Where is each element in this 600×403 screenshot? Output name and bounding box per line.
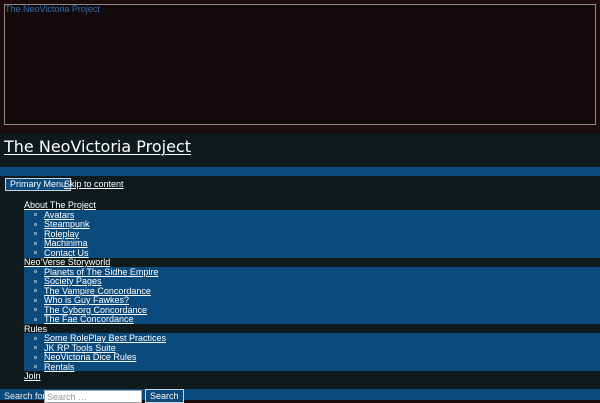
header-image[interactable]: The NeoVictoria Project [4, 4, 596, 125]
bullet-icon [14, 262, 16, 264]
skip-to-content-link[interactable]: Skip to content [64, 179, 124, 190]
search-input[interactable] [44, 390, 142, 403]
bullet-icon [34, 270, 37, 273]
header-image-link[interactable]: The NeoVictoria Project [5, 5, 100, 14]
bullet-icon [34, 337, 37, 340]
submenu-item-rentals[interactable]: Rentals [44, 362, 75, 372]
submenu-about-the-project [24, 210, 600, 258]
bullet-icon [34, 308, 37, 311]
primary-menu-toggle-button[interactable]: Primary Menu [5, 178, 72, 191]
bullet-icon [14, 377, 16, 379]
menu-item-neoverse-storyworld[interactable]: Neo'Verse Storyworld [24, 257, 110, 267]
submenu-item-machinima[interactable]: Machinima [44, 238, 88, 248]
bullet-icon [34, 280, 37, 283]
site-title[interactable]: The NeoVictoria Project [4, 137, 191, 156]
submenu-item-neovictoria-dice-rules[interactable]: NeoVictoria Dice Rules [44, 352, 136, 362]
submenu-item-society-pages[interactable]: Society Pages [44, 276, 102, 286]
bullet-icon [34, 318, 37, 321]
bullet-icon [34, 365, 37, 368]
bullet-icon [34, 289, 37, 292]
site-description-bar [0, 167, 600, 176]
bullet-icon [34, 213, 37, 216]
bullet-icon [34, 299, 37, 302]
bullet-icon [14, 329, 16, 331]
submenu-item-who-is-guy-fawkes[interactable]: Who is Guy Fawkes? [44, 295, 129, 305]
bullet-icon [34, 251, 37, 254]
bullet-icon [14, 205, 16, 207]
bullet-icon [34, 242, 37, 245]
bullet-icon [34, 223, 37, 226]
submenu-item-the-fae-concordance[interactable]: The Fae Concordance [44, 314, 134, 324]
bullet-icon [34, 356, 37, 359]
submenu-item-some-roleplay-best-practices[interactable]: Some RolePlay Best Practices [44, 333, 166, 343]
search-button[interactable]: Search [145, 389, 184, 403]
bullet-icon [34, 232, 37, 235]
submenu-item-steampunk[interactable]: Steampunk [44, 219, 90, 229]
site-branding: The NeoVictoria Project [0, 133, 600, 167]
bullet-icon [34, 346, 37, 349]
menu-item-about-the-project[interactable]: About The Project [24, 200, 96, 210]
menu-item-join[interactable]: Join [24, 371, 41, 381]
